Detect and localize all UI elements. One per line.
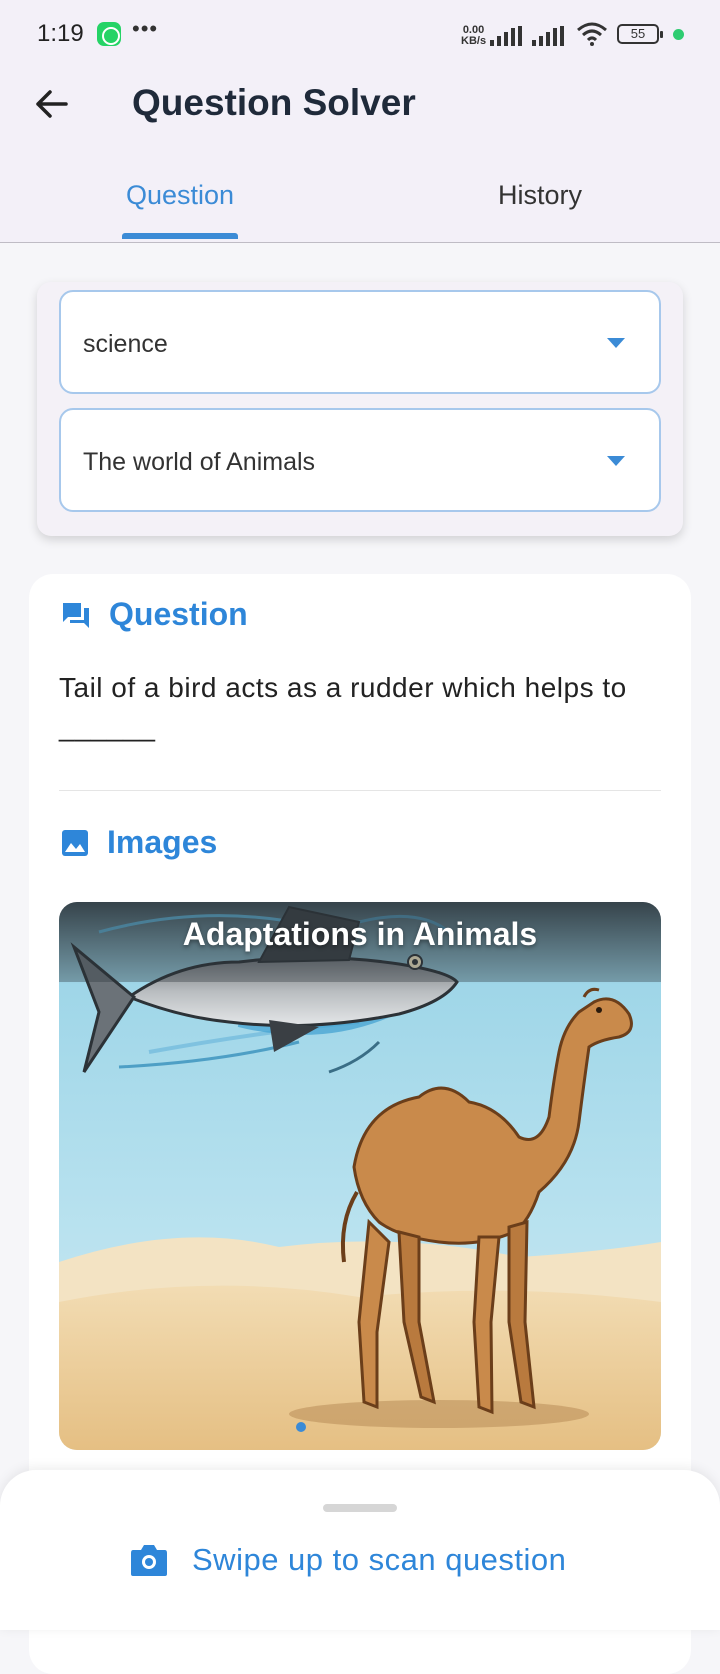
dropdown-arrow-icon [607,338,625,348]
images-header: Images [61,824,217,861]
page-title: Question Solver [132,82,416,123]
tab-history[interactable]: History [360,180,720,211]
image-caption: Adaptations in Animals [182,916,538,952]
subject-value: science [83,330,168,358]
wifi-icon [577,22,607,46]
tab-bar: Question History [0,160,720,243]
tab-question[interactable]: Question [0,180,360,211]
drag-handle[interactable] [323,1504,397,1512]
whatsapp-icon [97,22,121,46]
net-speed: 0.00 KB/s [461,25,486,47]
question-text: Tail of a bird acts as a rudder which he… [59,672,627,742]
chapter-dropdown[interactable]: The world of Animals [59,408,661,512]
back-button[interactable] [28,80,76,128]
chat-bubble-icon [63,602,89,628]
section-divider [59,790,661,791]
green-dot-icon [673,29,684,40]
adaptations-illustration [59,902,661,1450]
tab-divider [0,242,720,243]
battery-icon: 55 [617,24,663,44]
carousel-image[interactable]: Adaptations in Animals [59,902,661,1450]
tab-indicator [122,233,238,239]
battery-level: 55 [630,26,646,41]
more-dots-icon: ••• [132,16,159,41]
image-icon [62,829,88,856]
images-heading: Images [107,824,218,860]
net-speed-unit: KB/s [461,35,487,47]
filter-card: science The world of Animals [37,282,683,536]
arrow-back-icon [36,90,68,118]
carousel-indicator [296,1422,306,1432]
scan-prompt[interactable]: Swipe up to scan question [130,1542,566,1578]
camera-icon [131,1545,167,1576]
subject-dropdown[interactable]: science [59,290,661,394]
dropdown-arrow-icon [607,456,625,466]
chapter-value: The world of Animals [83,448,316,476]
signal-icon-2 [532,26,566,46]
status-time: 1:19 [37,20,84,47]
signal-icon [490,26,524,46]
status-bar: 1:19 ••• 0.00 KB/s 55 [0,0,720,72]
scan-bottom-sheet[interactable]: Swipe up to scan question [0,1470,720,1630]
scan-label: Swipe up to scan question [192,1542,567,1577]
question-heading: Question [109,596,248,632]
question-header: Question [61,596,248,633]
